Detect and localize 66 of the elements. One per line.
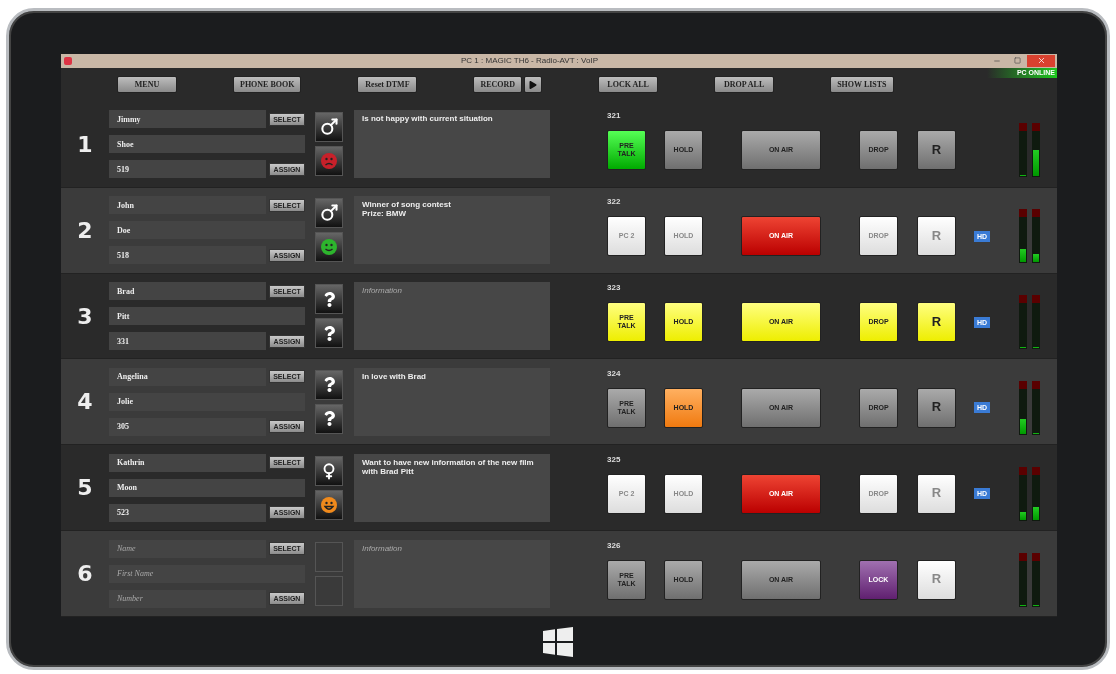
information-field[interactable]: Information: [354, 539, 550, 608]
name-field[interactable]: Angelina: [109, 367, 266, 386]
male-icon: [319, 203, 339, 224]
close-button[interactable]: [1027, 55, 1055, 67]
information-field[interactable]: Want to have new information of the new film with Brad Pitt: [354, 453, 550, 522]
line-number: 2: [76, 217, 94, 243]
toolbar-button[interactable]: PHONE BOOK: [233, 76, 302, 94]
number-field[interactable]: Number: [109, 589, 266, 608]
number-field[interactable]: 331: [109, 332, 266, 350]
toolbar-button[interactable]: Reset DTMF: [357, 76, 418, 94]
number-field[interactable]: 519: [109, 160, 266, 179]
extension-number: 324: [607, 368, 622, 378]
gender-button[interactable]: [315, 112, 343, 143]
first-name-field[interactable]: Shoe: [109, 135, 305, 154]
line-number: 1: [76, 131, 94, 157]
number-field[interactable]: 523: [109, 503, 266, 522]
line-number: 3: [76, 303, 94, 329]
extension-number: 326: [607, 540, 622, 550]
name-field[interactable]: Kathrin: [109, 453, 266, 472]
number-field[interactable]: 305: [109, 417, 266, 436]
gender-button[interactable]: [315, 455, 343, 486]
male-icon: [319, 117, 339, 138]
first-name-field[interactable]: Doe: [109, 221, 305, 240]
gender-button[interactable]: [315, 198, 343, 229]
toolbar-button[interactable]: MENU: [117, 76, 177, 94]
close-icon: [1036, 56, 1046, 66]
extension-number: 323: [607, 283, 622, 292]
play-button[interactable]: [524, 76, 543, 94]
minimize-icon: [993, 57, 1001, 65]
information-field[interactable]: In love with Brad: [354, 367, 550, 436]
extension-number: 325: [607, 454, 622, 464]
gender-button[interactable]: [315, 284, 343, 314]
toolbar-button[interactable]: SHOW LISTS: [830, 76, 894, 94]
extension-number: 321: [607, 111, 622, 121]
first-name-field[interactable]: Pitt: [109, 307, 305, 325]
mood-button[interactable]: [315, 403, 343, 434]
mood-button[interactable]: [315, 232, 343, 263]
name-field[interactable]: Name: [109, 539, 266, 558]
first-name-field[interactable]: Jolie: [109, 392, 305, 411]
line-number: 5: [76, 475, 94, 501]
line-number: 4: [76, 389, 94, 415]
number-field[interactable]: 518: [109, 246, 266, 265]
window-title: PC 1 : MAGIC TH6 - Radio-AVT : VoIP: [460, 56, 599, 66]
information-field[interactable]: Information: [354, 282, 550, 350]
call-control-button[interactable]: R: [917, 130, 956, 171]
play-icon: [529, 80, 538, 89]
maximize-icon: [1013, 57, 1021, 65]
call-control-button[interactable]: R: [917, 387, 956, 428]
call-control-button[interactable]: R: [917, 302, 956, 342]
toolbar-button[interactable]: DROP ALL: [714, 76, 775, 94]
information-field[interactable]: Is not happy with current situation: [354, 110, 550, 179]
mood-button[interactable]: [315, 489, 343, 520]
line-number: 6: [76, 561, 94, 587]
gender-button[interactable]: [315, 369, 343, 400]
app-icon: [64, 57, 72, 65]
information-field[interactable]: Winner of song contest Prize: BMW: [354, 196, 550, 265]
extension-number: 322: [607, 197, 622, 207]
mood-button[interactable]: [315, 318, 343, 348]
windows-logo-icon[interactable]: [543, 627, 573, 657]
name-field[interactable]: John: [109, 196, 266, 215]
name-field[interactable]: Jimmy: [109, 110, 266, 129]
name-field[interactable]: Brad: [109, 282, 266, 300]
first-name-field[interactable]: First Name: [109, 564, 305, 583]
toolbar-button[interactable]: LOCK ALL: [598, 76, 659, 94]
record-button[interactable]: RECORD: [473, 76, 523, 94]
first-name-field[interactable]: Moon: [109, 478, 305, 497]
